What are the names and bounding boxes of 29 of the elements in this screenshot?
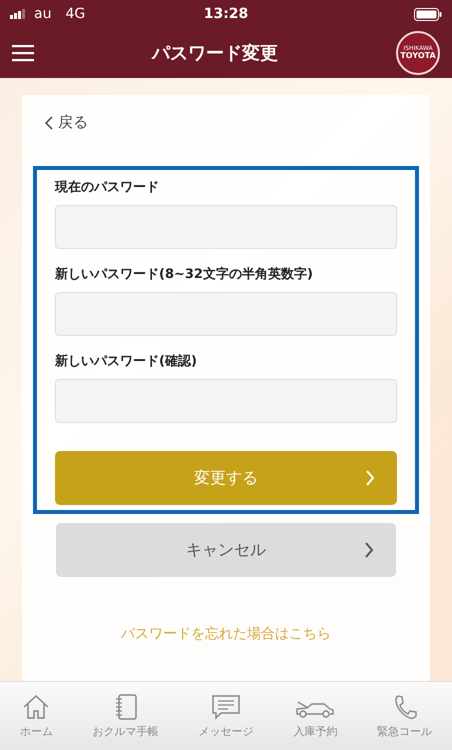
battery-icon xyxy=(414,8,442,20)
tab-bar-item[interactable]: 入庫予約 xyxy=(293,694,338,738)
carrier-label: au xyxy=(34,6,52,22)
tab-bar-item[interactable]: 緊急コール xyxy=(377,694,432,738)
menu-icon[interactable] xyxy=(12,44,34,62)
chevron-left-icon xyxy=(44,116,53,130)
page-title: パスワード変更 xyxy=(152,42,278,65)
tab-bar-item[interactable]: おクルマ手帳 xyxy=(92,694,159,738)
notebook-icon xyxy=(114,694,138,720)
network-label: 4G xyxy=(65,6,86,22)
cancel-button[interactable]: キャンセル xyxy=(56,523,396,577)
field-label: 新しいパスワード(8~32文字の半角英数字) xyxy=(55,266,314,283)
password-field[interactable] xyxy=(55,379,397,423)
tab-bar-item[interactable]: メッセージ xyxy=(198,694,254,738)
field-label: 新しいパスワード(確認) xyxy=(55,352,198,370)
field-label: 現在のパスワード xyxy=(55,179,160,196)
house-icon xyxy=(22,694,50,720)
signal-icon xyxy=(10,9,28,19)
forgot-password-link[interactable]: パスワードを忘れた場合はこちら xyxy=(121,625,331,643)
tab-bar-item[interactable]: ホーム xyxy=(20,694,53,738)
password-field[interactable] xyxy=(55,205,397,249)
back-link[interactable]: 戻る xyxy=(42,111,90,134)
submit-button[interactable]: 変更する xyxy=(55,451,397,505)
status-time: 13:28 xyxy=(204,6,248,22)
password-field[interactable] xyxy=(55,292,397,336)
phone-icon xyxy=(392,694,417,720)
chevron-right-icon xyxy=(365,470,375,486)
chevron-right-icon xyxy=(364,542,374,558)
message-icon xyxy=(210,694,241,720)
